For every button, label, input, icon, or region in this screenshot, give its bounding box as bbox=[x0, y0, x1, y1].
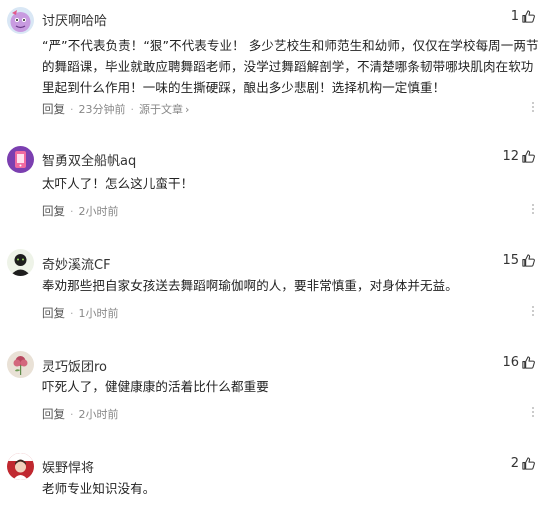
comment-text: 太吓人了！怎么这儿蛮干！ bbox=[42, 173, 546, 194]
comment-meta: 回复 · 2小时前 bbox=[42, 203, 119, 219]
more-vertical-icon[interactable] bbox=[528, 306, 538, 316]
comment-time: 1小时前 bbox=[78, 307, 119, 320]
like-count: 15 bbox=[502, 253, 519, 268]
comment-time: 23分钟前 bbox=[78, 103, 126, 116]
like-button[interactable]: 16 bbox=[502, 355, 536, 370]
reply-button[interactable]: 回复 bbox=[42, 101, 65, 117]
like-count: 1 bbox=[510, 9, 519, 24]
comment-item: 灵巧饭团ro 16 吓死人了，健健康康的活着比什么都重要 回复 · 2小时前 bbox=[0, 346, 554, 432]
source-article-link[interactable]: 源于文章 › bbox=[139, 101, 189, 117]
comment-text-line: 的舞蹈课，毕业就敢应聘舞蹈老师，没学过舞蹈解剖学，不清楚哪条韧带哪块肌肉在软功 bbox=[42, 59, 534, 74]
separator-dot: · bbox=[70, 102, 74, 116]
comment-meta: 回复 · 23分钟前 · 源于文章 › bbox=[42, 101, 189, 117]
comment-meta: 回复 · 1小时前 bbox=[42, 305, 119, 321]
comment-text-line: 奉劝那些把自家女孩送去舞蹈啊瑜伽啊的人，要非常慎重，对身体并无益。 bbox=[42, 278, 458, 293]
more-vertical-icon[interactable] bbox=[528, 102, 538, 112]
comment-text-line: 里起到什么作用！一味的生撕硬踩，酿出多少悲剧！选择机构一定慎重！ bbox=[42, 80, 446, 95]
thumbs-up-icon bbox=[522, 254, 535, 267]
reply-button[interactable]: 回复 bbox=[42, 305, 65, 321]
like-button[interactable]: 12 bbox=[502, 149, 536, 164]
cartoon-face-avatar-icon bbox=[7, 7, 34, 34]
avatar[interactable] bbox=[7, 351, 34, 378]
source-label: 源于文章 bbox=[139, 103, 183, 116]
thumbs-up-icon bbox=[522, 150, 535, 163]
comment-username[interactable]: 讨厌啊哈哈 bbox=[42, 10, 107, 29]
comment-time: 2小时前 bbox=[78, 205, 119, 218]
avatar[interactable] bbox=[7, 453, 34, 480]
comment-item: 奇妙溪流CF 15 奉劝那些把自家女孩送去舞蹈啊瑜伽啊的人，要非常慎重，对身体并… bbox=[0, 244, 554, 330]
comment-text-line: 老师专业知识没有。 bbox=[42, 481, 156, 496]
more-vertical-icon[interactable] bbox=[528, 204, 538, 214]
comment-username[interactable]: 娱野悍将 bbox=[42, 457, 94, 476]
reply-button[interactable]: 回复 bbox=[42, 203, 65, 219]
comment-text-line: 吓死人了，健健康康的活着比什么都重要 bbox=[42, 379, 269, 394]
comment-meta: 回复 · 2小时前 bbox=[42, 406, 119, 422]
separator-dot: · bbox=[70, 306, 74, 320]
comment-text: 老师专业知识没有。 bbox=[42, 478, 546, 499]
phone-cartoon-avatar-icon bbox=[7, 146, 34, 173]
comment-text: 吓死人了，健健康康的活着比什么都重要 bbox=[42, 376, 546, 397]
comment-text: 奉劝那些把自家女孩送去舞蹈啊瑜伽啊的人，要非常慎重，对身体并无益。 bbox=[42, 275, 546, 296]
like-count: 12 bbox=[502, 149, 519, 164]
comment-item: 智勇双全船帆aq 12 太吓人了！怎么这儿蛮干！ 回复 · 2小时前 bbox=[0, 140, 554, 226]
portrait-avatar-icon bbox=[7, 453, 34, 480]
like-button[interactable]: 2 bbox=[511, 456, 536, 471]
more-vertical-icon[interactable] bbox=[528, 407, 538, 417]
comment-text-line: 太吓人了！怎么这儿蛮干！ bbox=[42, 176, 194, 191]
chevron-right-icon: › bbox=[185, 102, 190, 116]
thumbs-up-icon bbox=[522, 356, 535, 369]
comment-username[interactable]: 奇妙溪流CF bbox=[42, 254, 111, 273]
silhouette-avatar-icon bbox=[7, 249, 34, 276]
comment-text-line: “严”不代表负责！“狠”不代表专业！ 多少艺校生和师范生和幼师，仅仅在学校每周一… bbox=[42, 38, 539, 53]
comment-item: 讨厌啊哈哈 1 “严”不代表负责！“狠”不代表专业！ 多少艺校生和师范生和幼师，… bbox=[0, 0, 554, 122]
separator-dot: · bbox=[70, 407, 74, 421]
avatar[interactable] bbox=[7, 7, 34, 34]
comment-item: 娱野悍将 2 老师专业知识没有。 bbox=[0, 450, 554, 506]
thumbs-up-icon bbox=[522, 457, 535, 470]
comment-username[interactable]: 灵巧饭团ro bbox=[42, 356, 107, 375]
like-button[interactable]: 1 bbox=[511, 9, 536, 24]
comment-time: 2小时前 bbox=[78, 408, 119, 421]
separator-dot: · bbox=[130, 102, 135, 116]
comment-text: “严”不代表负责！“狠”不代表专业！ 多少艺校生和师范生和幼师，仅仅在学校每周一… bbox=[42, 35, 546, 98]
reply-button[interactable]: 回复 bbox=[42, 406, 65, 422]
like-button[interactable]: 15 bbox=[502, 253, 536, 268]
thumbs-up-icon bbox=[522, 10, 535, 23]
separator-dot: · bbox=[70, 204, 74, 218]
avatar[interactable] bbox=[7, 146, 34, 173]
avatar[interactable] bbox=[7, 249, 34, 276]
comment-username[interactable]: 智勇双全船帆aq bbox=[42, 150, 136, 169]
like-count: 16 bbox=[502, 355, 519, 370]
flower-avatar-icon bbox=[7, 351, 34, 378]
like-count: 2 bbox=[510, 456, 519, 471]
